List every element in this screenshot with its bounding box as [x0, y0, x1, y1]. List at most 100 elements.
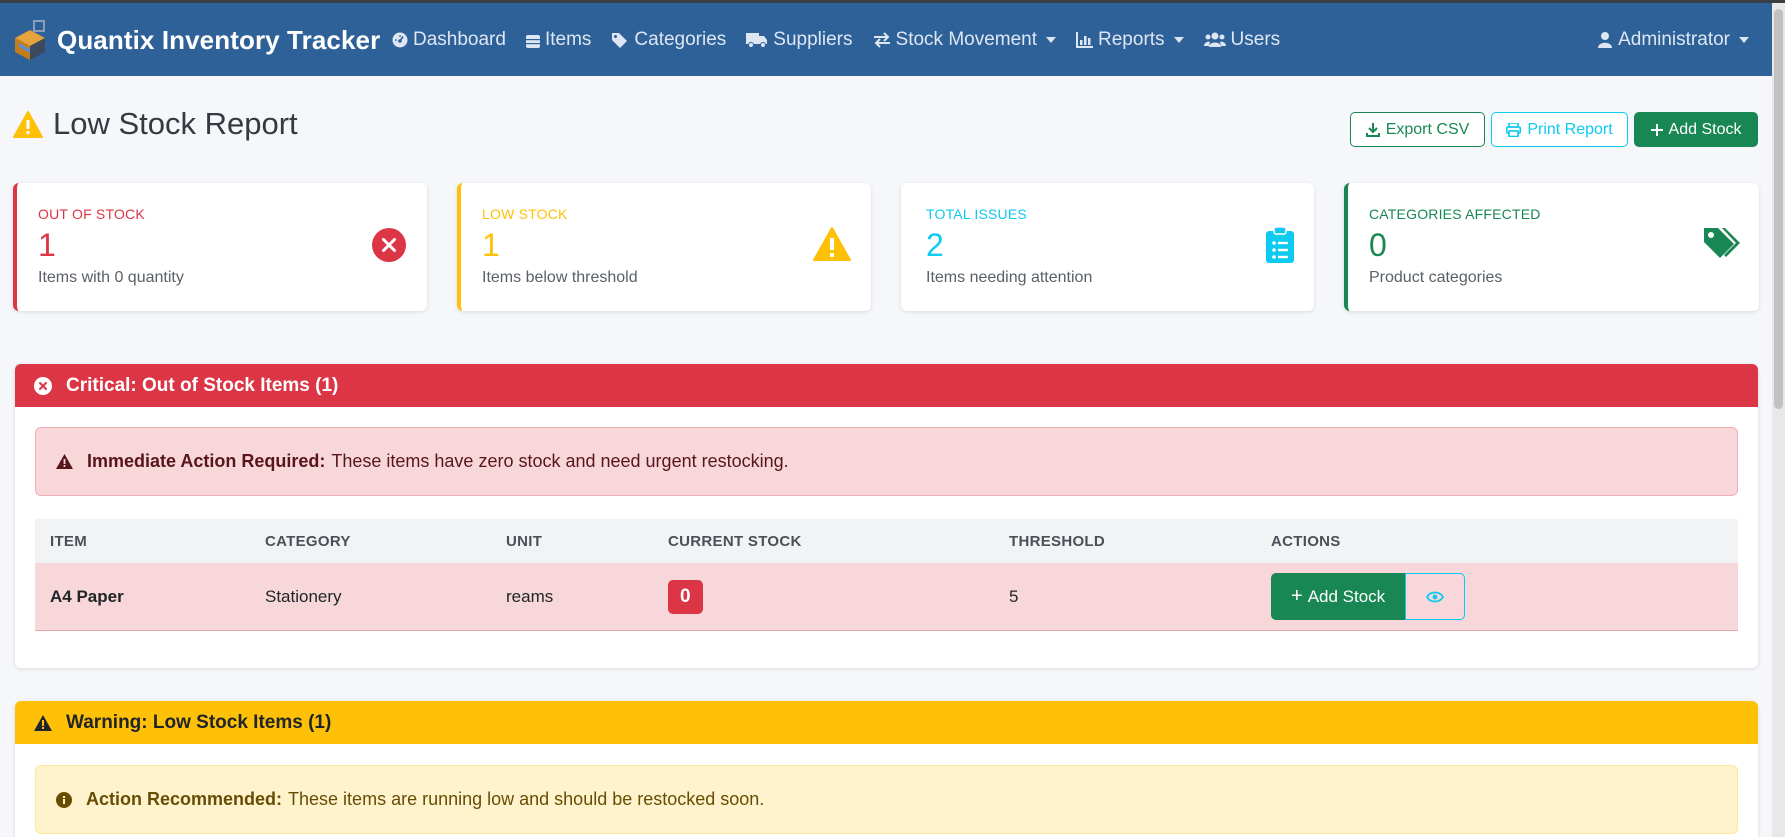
- boxes-logo-icon: [15, 20, 45, 60]
- times-circle-icon: [34, 376, 52, 395]
- chevron-down-icon: [1046, 37, 1057, 43]
- row-add-stock-button[interactable]: + Add Stock: [1271, 573, 1406, 620]
- nav-reports-label: Reports: [1098, 29, 1165, 50]
- user-menu[interactable]: Administrator: [1598, 29, 1749, 51]
- col-header-category: CATEGORY: [265, 532, 351, 550]
- nav-users-label: Users: [1230, 29, 1281, 50]
- app-title: Quantix Inventory Tracker: [57, 24, 381, 55]
- cell-category: Stationery: [265, 586, 342, 606]
- nav-reports[interactable]: Reports: [1076, 29, 1184, 51]
- stat-label: Categories Affected: [1369, 206, 1541, 222]
- add-stock-label: Add Stock: [1668, 120, 1742, 138]
- truck-icon: [746, 33, 768, 48]
- user-icon: [1598, 32, 1613, 48]
- gauge-icon: [392, 32, 408, 48]
- warning-icon: [34, 714, 52, 731]
- info-circle-icon: [56, 791, 72, 808]
- nav-users[interactable]: Users: [1203, 29, 1281, 51]
- nav-suppliers-label: Suppliers: [773, 29, 853, 50]
- nav-categories[interactable]: Categories: [611, 29, 726, 51]
- stat-card-categories: Categories Affected 0 Product categories: [1344, 183, 1759, 311]
- stat-sub: Items needing attention: [926, 269, 1093, 286]
- stock-badge: 0: [668, 579, 703, 614]
- times-circle-icon: [372, 228, 406, 262]
- navbar: Quantix Inventory Tracker Dashboard Item…: [0, 0, 1785, 76]
- warning-alert: Action Recommended: These items are runn…: [35, 765, 1738, 834]
- boxes-icon: [525, 34, 540, 48]
- scrollbar[interactable]: [1772, 3, 1785, 837]
- clipboard-list-icon: [1266, 227, 1294, 263]
- cell-item: A4 Paper: [50, 586, 124, 606]
- plus-icon: +: [1291, 585, 1303, 607]
- cell-threshold: 5: [1009, 586, 1019, 606]
- add-stock-button[interactable]: Add Stock: [1634, 112, 1758, 147]
- scrollbar-thumb[interactable]: [1774, 9, 1783, 409]
- plus-icon: [1650, 123, 1663, 136]
- users-icon: [1203, 32, 1226, 47]
- chevron-down-icon: [1739, 37, 1749, 43]
- brand[interactable]: Quantix Inventory Tracker: [13, 20, 380, 60]
- warning-icon: [56, 454, 73, 469]
- stat-value: 1: [482, 227, 500, 263]
- stat-value: 1: [38, 227, 56, 263]
- col-header-item: ITEM: [50, 532, 88, 550]
- critical-panel-header: Critical: Out of Stock Items (1): [15, 364, 1758, 407]
- col-header-threshold: THRESHOLD: [1009, 532, 1106, 550]
- tags-icon: [1704, 228, 1740, 258]
- stat-label: Total Issues: [926, 206, 1027, 222]
- main-nav: Dashboard Items Categories Suppliers Sto…: [392, 29, 1300, 51]
- col-header-current-stock: CURRENT STOCK: [668, 532, 802, 550]
- critical-alert-text: These items have zero stock and need urg…: [331, 451, 789, 471]
- warning-icon: [813, 227, 851, 261]
- table-header-row: ITEM CATEGORY UNIT CURRENT STOCK THRESHO…: [35, 519, 1738, 563]
- critical-alert: Immediate Action Required: These items h…: [35, 427, 1738, 496]
- print-icon: [1506, 122, 1522, 137]
- chevron-down-icon: [1173, 37, 1184, 43]
- stat-label: Low Stock: [482, 206, 568, 222]
- nav-stock-movement[interactable]: Stock Movement: [873, 29, 1057, 51]
- page-actions: Export CSV Print Report Add Stock: [1344, 112, 1758, 147]
- nav-items[interactable]: Items: [525, 29, 592, 51]
- warning-alert-bold: Action Recommended:: [86, 789, 283, 809]
- download-icon: [1365, 122, 1380, 137]
- exchange-icon: [873, 32, 890, 48]
- nav-categories-label: Categories: [634, 29, 727, 50]
- critical-panel-title: Critical: Out of Stock Items (1): [66, 374, 339, 396]
- row-view-button[interactable]: [1405, 573, 1466, 620]
- warning-alert-text: These items are running low and should b…: [288, 789, 765, 809]
- warning-panel: Warning: Low Stock Items (1) Action Reco…: [15, 701, 1758, 837]
- col-header-actions: ACTIONS: [1271, 532, 1341, 550]
- warning-icon: [13, 110, 43, 138]
- export-csv-label: Export CSV: [1385, 120, 1470, 138]
- critical-table: ITEM CATEGORY UNIT CURRENT STOCK THRESHO…: [35, 519, 1738, 631]
- stat-card-total-issues: Total Issues 2 Items needing attention: [901, 183, 1314, 311]
- nav-dashboard[interactable]: Dashboard: [392, 29, 506, 51]
- stat-sub: Product categories: [1369, 269, 1503, 286]
- row-add-stock-label: Add Stock: [1307, 586, 1386, 606]
- user-name: Administrator: [1618, 29, 1730, 50]
- stat-value: 2: [926, 227, 944, 263]
- col-header-unit: UNIT: [506, 532, 543, 550]
- nav-items-label: Items: [544, 29, 592, 50]
- stat-label: Out of Stock: [38, 206, 145, 222]
- print-report-button[interactable]: Print Report: [1491, 112, 1628, 147]
- stat-sub: Items with 0 quantity: [38, 269, 184, 286]
- chart-icon: [1076, 32, 1094, 48]
- page-title-text: Low Stock Report: [53, 106, 298, 141]
- tags-icon: [612, 33, 628, 48]
- stat-sub: Items below threshold: [482, 269, 638, 286]
- warning-panel-title: Warning: Low Stock Items (1): [66, 711, 332, 733]
- nav-suppliers[interactable]: Suppliers: [746, 29, 853, 51]
- table-row: A4 Paper Stationery reams 0 5 + Add Stoc…: [35, 563, 1738, 631]
- stat-value: 0: [1369, 227, 1387, 263]
- nav-stock-movement-label: Stock Movement: [895, 29, 1038, 50]
- eye-icon: [1426, 591, 1445, 602]
- row-actions: + Add Stock: [1271, 573, 1466, 620]
- stat-card-low-stock: Low Stock 1 Items below threshold: [457, 183, 871, 311]
- page-title: Low Stock Report: [13, 106, 298, 142]
- stat-card-out-of-stock: Out of Stock 1 Items with 0 quantity: [13, 183, 427, 311]
- critical-panel: Critical: Out of Stock Items (1) Immedia…: [15, 364, 1758, 668]
- warning-panel-header: Warning: Low Stock Items (1): [15, 701, 1758, 744]
- nav-dashboard-label: Dashboard: [413, 29, 506, 50]
- export-csv-button[interactable]: Export CSV: [1350, 112, 1485, 147]
